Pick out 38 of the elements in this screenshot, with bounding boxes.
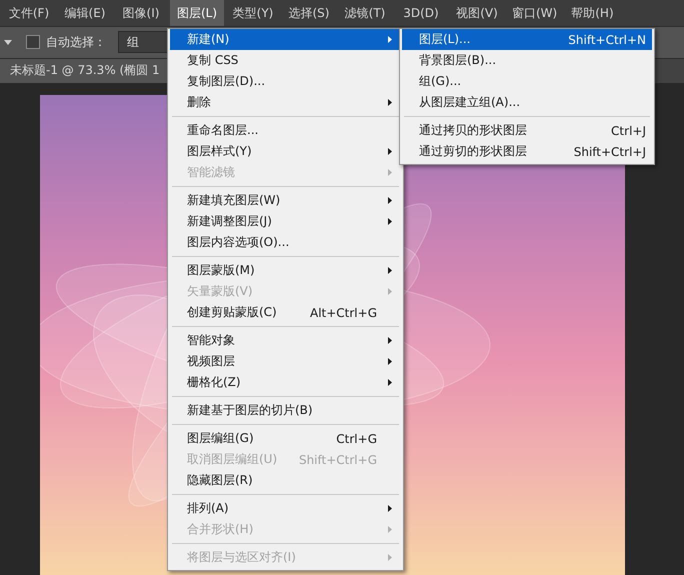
menu-item[interactable]: 图层内容选项(O)... xyxy=(170,232,401,253)
menu-bar-item[interactable]: 编辑(E) xyxy=(58,0,112,26)
menu-bar-item[interactable]: 视图(V) xyxy=(450,0,504,26)
menu-item[interactable]: 排列(A) xyxy=(170,498,401,519)
auto-select-checkbox[interactable] xyxy=(26,35,40,50)
menu-item[interactable]: 新建(N) xyxy=(170,29,401,50)
menu-bar-item[interactable]: 类型(Y) xyxy=(226,0,280,26)
menu-bar-item[interactable]: 窗口(W) xyxy=(506,0,564,26)
menu-bar-item[interactable]: 3D(D) xyxy=(394,0,448,26)
menu-item[interactable]: 图层样式(Y) xyxy=(170,141,401,162)
menu-bar-item[interactable]: 帮助(H) xyxy=(565,0,620,26)
menu-item[interactable]: 栅格化(Z) xyxy=(170,372,401,393)
document-tab[interactable]: 未标题-1 @ 73.3% (椭圆 1 xyxy=(0,58,170,83)
menu-item[interactable]: 新建填充图层(W) xyxy=(170,190,401,211)
menu-bar-item[interactable]: 图层(L) xyxy=(170,0,224,26)
menu-item[interactable]: 从图层建立组(A)... xyxy=(402,92,652,113)
menu-item[interactable]: 新建基于图层的切片(B) xyxy=(170,400,401,421)
menu-item[interactable]: 重命名图层... xyxy=(170,120,401,141)
menu-item[interactable]: 图层(L)... Shift+Ctrl+N xyxy=(402,29,652,50)
menu-item[interactable]: 视频图层 xyxy=(170,351,401,372)
menu-item[interactable]: 组(G)... xyxy=(402,71,652,92)
menu-item[interactable]: 复制图层(D)... xyxy=(170,71,401,92)
menu-bar-item[interactable]: 文件(F) xyxy=(2,0,56,26)
menu-item[interactable]: 通过拷贝的形状图层 Ctrl+J xyxy=(402,120,652,141)
auto-select-label: 自动选择： xyxy=(46,34,106,51)
menu-item[interactable]: 智能对象 xyxy=(170,330,401,351)
caret-icon[interactable] xyxy=(4,40,12,45)
menu-bar-item[interactable]: 滤镜(T) xyxy=(338,0,392,26)
menu-item[interactable]: 创建剪贴蒙版(C) Alt+Ctrl+G xyxy=(170,302,401,323)
menu-item[interactable]: 背景图层(B)... xyxy=(402,50,652,71)
menu-item[interactable]: 删除 xyxy=(170,92,401,113)
menu-item[interactable]: 新建调整图层(J) xyxy=(170,211,401,232)
menu-item[interactable]: 图层编组(G) Ctrl+G xyxy=(170,428,401,449)
menu-item[interactable]: 图层蒙版(M) xyxy=(170,260,401,281)
menu-bar-item[interactable]: 图像(I) xyxy=(114,0,168,26)
menu-item[interactable]: 隐藏图层(R) xyxy=(170,470,401,491)
menu-item[interactable]: 通过剪切的形状图层 Shift+Ctrl+J xyxy=(402,141,652,162)
menu-bar-item[interactable]: 选择(S) xyxy=(282,0,336,26)
